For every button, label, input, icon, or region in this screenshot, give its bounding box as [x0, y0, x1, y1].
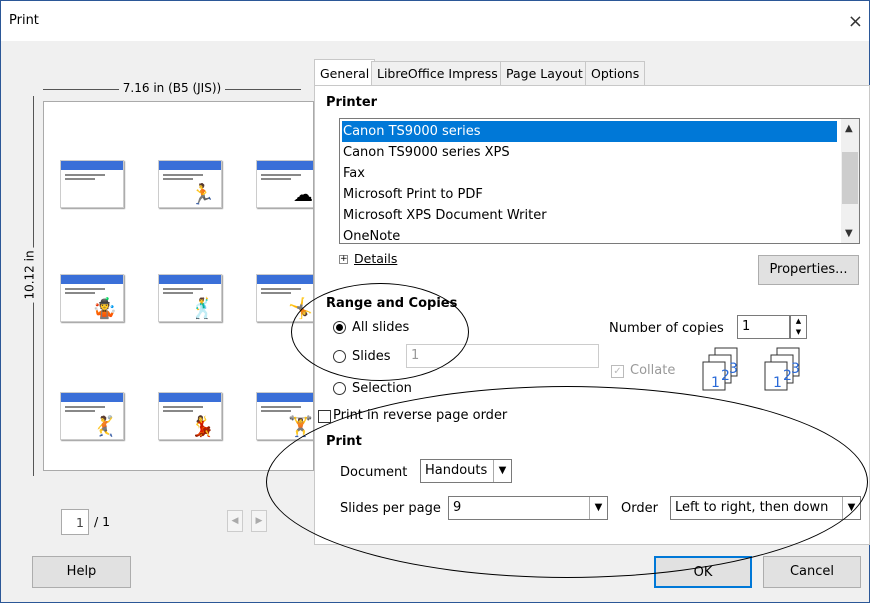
selection-label: Selection [352, 381, 412, 396]
help-button[interactable]: Help [32, 556, 131, 588]
chevron-up-icon[interactable]: ▲ [845, 123, 853, 134]
chevron-down-icon[interactable]: ▼ [842, 497, 860, 519]
collated-pages-icon: 1 2 3 [702, 347, 738, 391]
tab-options[interactable]: Options [585, 61, 646, 86]
order-value: Left to right, then down [675, 500, 829, 515]
printer-item[interactable]: Microsoft Print to PDF [342, 184, 483, 205]
chevron-down-icon[interactable]: ▼ [493, 460, 511, 482]
slides-per-page-value: 9 [453, 500, 462, 515]
print-dialog: Print × 7.16 in (B5 (JIS)) 10.12 in 🏃 ☁ 🤹 🕺… [0, 0, 870, 603]
svg-text:3: 3 [729, 361, 738, 377]
chevron-down-icon[interactable]: ▼ [845, 228, 853, 239]
slides-label: Slides [352, 349, 391, 364]
chevron-left-icon: ◀ [231, 516, 239, 526]
slides-per-page-label: Slides per page [340, 501, 441, 516]
reverse-order-label: Print in reverse page order [333, 408, 508, 423]
selection-radio[interactable] [333, 382, 346, 395]
slides-radio[interactable] [333, 350, 346, 363]
printer-item[interactable]: Fax [342, 163, 365, 184]
document-label: Document [340, 465, 408, 480]
window-title: Print [9, 13, 39, 28]
print-heading: Print [326, 434, 362, 449]
slide-thumbnail: 💃 [158, 392, 222, 440]
cancel-button[interactable]: Cancel [763, 556, 861, 588]
stick-figure-icon: 🤾 [92, 414, 117, 438]
preview-width-dimension: 7.16 in (B5 (JIS)) [43, 81, 301, 97]
printer-list-scrollbar[interactable]: ▲ ▼ [841, 119, 859, 243]
printer-item[interactable]: Microsoft XPS Document Writer [342, 205, 547, 226]
stick-figure-icon: 🏋 [288, 414, 313, 438]
prev-page-button[interactable]: ◀ [227, 510, 243, 532]
range-heading: Range and Copies [326, 296, 458, 311]
stick-figure-icon: 🤸 [288, 296, 313, 320]
slides-per-page-select[interactable]: 9 ▼ [448, 496, 608, 520]
slide-thumbnail: ☁ [256, 160, 313, 208]
copies-input[interactable]: 1 [737, 315, 790, 339]
stick-figure-icon: 🤹 [92, 296, 117, 320]
properties-button[interactable]: Properties... [758, 255, 859, 285]
chevron-down-icon[interactable]: ▼ [589, 497, 607, 519]
plus-icon: + [339, 254, 348, 264]
stick-figure-icon: 🕺 [190, 296, 215, 320]
details-label: Details [354, 251, 398, 266]
ok-button[interactable]: OK [654, 556, 752, 588]
printer-item[interactable]: OneNote [342, 226, 400, 243]
slide-thumbnail: 🤹 [60, 274, 124, 322]
svg-text:1: 1 [773, 375, 782, 391]
printer-item[interactable]: Canon TS9000 series XPS [342, 142, 510, 163]
copies-label: Number of copies [609, 321, 724, 336]
print-preview: 🏃 ☁ 🤹 🕺 🤸 🤾 💃 🏋 [43, 101, 314, 471]
preview-width-label: 7.16 in (B5 (JIS)) [118, 81, 226, 95]
slide-thumbnail: 🏋 [256, 392, 313, 440]
collate-label: Collate [630, 363, 676, 378]
copies-spinner[interactable]: ▲ ▼ [790, 315, 807, 339]
title-bar: Print × [1, 1, 869, 41]
svg-text:3: 3 [791, 361, 800, 377]
tab-libreoffice-impress[interactable]: LibreOffice Impress [371, 61, 504, 86]
collated-pages-icon: 1 2 3 [764, 347, 800, 391]
slide-thumbnail [60, 160, 124, 208]
slide-thumbnail: 🤾 [60, 392, 124, 440]
reverse-order-checkbox[interactable] [318, 410, 331, 423]
close-icon[interactable]: × [848, 11, 863, 32]
collate-checkbox[interactable]: ✓ [611, 365, 624, 378]
page-total: / 1 [94, 514, 111, 529]
order-label: Order [621, 501, 658, 516]
slide-thumbnail: 🏃 [158, 160, 222, 208]
slide-thumbnail: 🤸 [256, 274, 313, 322]
page-number-input[interactable]: 1 [61, 509, 89, 535]
scrollbar-thumb[interactable] [842, 152, 858, 204]
printer-heading: Printer [326, 95, 378, 110]
stick-figure-icon: 🏃 [190, 182, 215, 206]
tab-page-layout[interactable]: Page Layout [500, 61, 589, 86]
preview-height-label: 10.12 in [22, 247, 37, 303]
all-slides-label: All slides [352, 320, 410, 335]
printer-item[interactable]: Canon TS9000 series [342, 121, 837, 142]
chevron-down-icon[interactable]: ▼ [791, 327, 806, 338]
document-value: Handouts [425, 463, 488, 478]
details-expander[interactable]: + Details [339, 251, 397, 266]
stick-figure-icon: ☁ [293, 182, 313, 206]
order-select[interactable]: Left to right, then down ▼ [670, 496, 861, 520]
chevron-right-icon: ▶ [255, 516, 263, 526]
chevron-up-icon[interactable]: ▲ [791, 316, 806, 327]
stick-figure-icon: 💃 [190, 414, 215, 438]
printer-list[interactable]: Canon TS9000 series Canon TS9000 series … [339, 118, 860, 244]
svg-text:1: 1 [711, 375, 720, 391]
next-page-button[interactable]: ▶ [251, 510, 267, 532]
slides-range-input[interactable]: 1 [406, 344, 599, 368]
tab-general[interactable]: General [314, 59, 376, 85]
document-select[interactable]: Handouts ▼ [420, 459, 512, 483]
slide-thumbnail: 🕺 [158, 274, 222, 322]
preview-height-dimension: 10.12 in [22, 96, 41, 476]
all-slides-radio[interactable] [333, 321, 346, 334]
